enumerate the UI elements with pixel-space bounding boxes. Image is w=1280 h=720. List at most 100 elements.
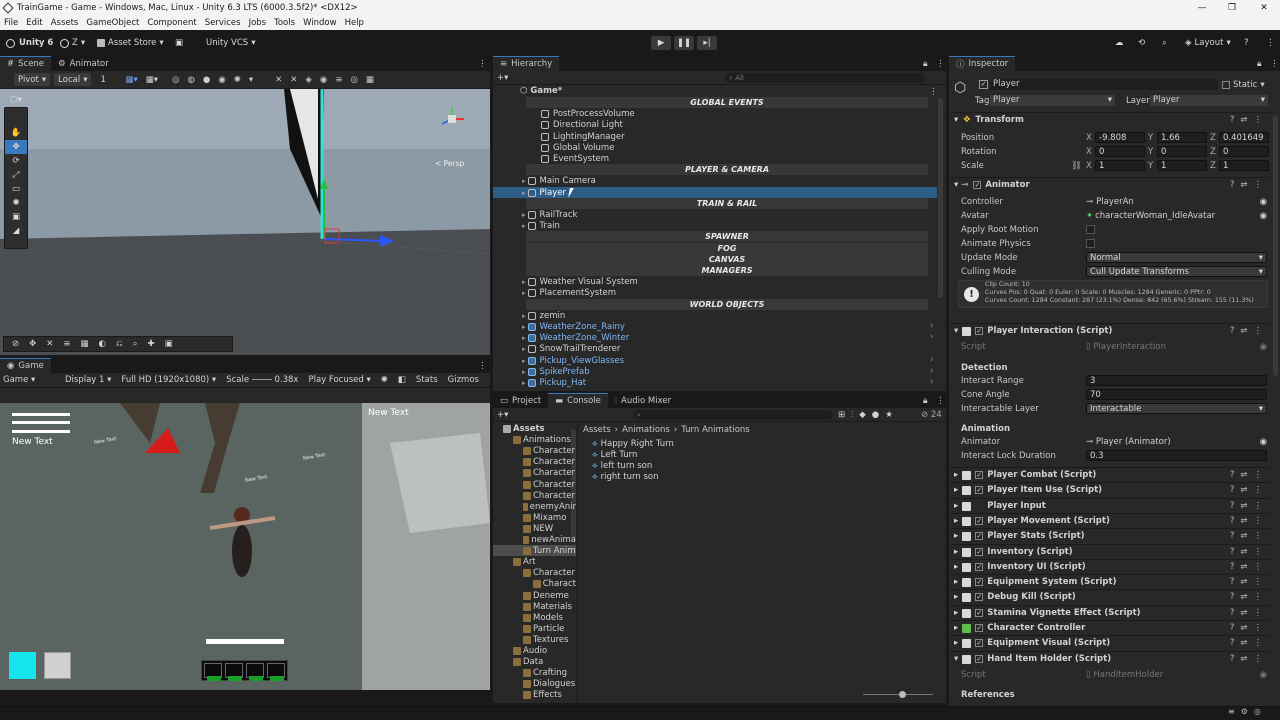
stats-button[interactable]: Stats [416, 375, 438, 385]
overlay-icon-5[interactable]: ▦ [81, 339, 89, 349]
component-header[interactable]: ▸ ✓ Player Combat (Script)? ⇌ ⋮ [950, 467, 1270, 482]
persp-label[interactable]: < Persp [435, 159, 464, 168]
help-icon[interactable]: ? [1244, 36, 1249, 50]
zoom-slider[interactable] [863, 691, 933, 698]
tab-animator[interactable]: ⚙ Animator [51, 56, 116, 71]
lock-icon[interactable]: 🔒︎ [1257, 59, 1262, 69]
project-tree-item[interactable]: Audio [513, 645, 547, 656]
project-tree-item[interactable]: Art [513, 556, 536, 567]
brush-tool-icon[interactable]: ◢ [5, 224, 27, 238]
animator-header[interactable]: ▾ ⊸ ✓ Animator ? ⇌ ⋮ [950, 177, 1270, 192]
preset-icon[interactable]: ⇌ [1240, 531, 1247, 541]
hierarchy-item[interactable]: ▸ PlacementSystem [522, 287, 616, 298]
hierarchy-item[interactable]: EventSystem [532, 153, 609, 164]
enabled-checkbox[interactable]: ✓ [975, 471, 984, 479]
enabled-checkbox[interactable]: ✓ [975, 578, 984, 586]
interact-range-field[interactable]: Interact Range 3 [961, 374, 1269, 387]
project-tree-item[interactable]: Character [523, 467, 575, 478]
help-icon[interactable]: ? [1230, 577, 1235, 587]
project-tree-item[interactable]: Particle [523, 623, 564, 634]
hierarchy-section-header[interactable]: FOG [526, 243, 928, 254]
hierarchy-item[interactable]: ▸ Main Camera [522, 175, 596, 186]
foldout-arrow-icon[interactable]: ▸ [954, 470, 958, 480]
kebab-icon[interactable]: ⋮ [1254, 623, 1263, 633]
update-mode-dropdown[interactable]: Update Mode Normal ▾ [961, 251, 1269, 264]
enabled-checkbox[interactable]: ✓ [975, 639, 984, 647]
breadcrumb-animations[interactable]: Animations [622, 425, 670, 435]
expand-arrow-icon[interactable]: ▸ [522, 222, 526, 230]
filter-icons[interactable]: ⊞⫶◆●★ [838, 410, 899, 420]
project-tree-item[interactable]: Character [523, 479, 575, 490]
expand-arrow-icon[interactable]: ▸ [522, 278, 526, 286]
foldout-arrow-icon[interactable]: ▸ [954, 638, 958, 648]
component-header[interactable]: ▾ ✓ Hand Item Holder (Script)? ⇌ ⋮ [950, 651, 1270, 666]
expand-arrow-icon[interactable]: ▸ [522, 334, 526, 342]
component-header[interactable]: ▸ ✓ Player Stats (Script)? ⇌ ⋮ [950, 528, 1270, 543]
hierarchy-item[interactable]: ▸ Weather Visual System [522, 276, 638, 287]
overlay-icon-3[interactable]: ✕ [46, 339, 53, 349]
tab-audio-mixer[interactable]: ⫶ Audio Mixer [608, 393, 678, 408]
project-search[interactable]: ⌕ [633, 410, 833, 420]
inspector-scrollbar[interactable] [1273, 116, 1278, 376]
hierarchy-item[interactable]: ▸ zemin [522, 310, 565, 321]
hierarchy-section-header[interactable]: TRAIN & RAIL [526, 198, 928, 209]
custom-tool-icon[interactable]: ▣ [5, 210, 27, 224]
preset-icon[interactable]: ⇌ [1240, 592, 1247, 602]
component-header[interactable]: ▸ ✓ Stamina Vignette Effect (Script)? ⇌ ⋮ [950, 605, 1270, 620]
prefab-open-icon[interactable]: › [930, 377, 933, 387]
animation-clip-item[interactable]: ⟡ Happy Right Turn [592, 438, 674, 449]
position-y-field[interactable]: 1.66 [1157, 132, 1207, 143]
project-tree-item[interactable]: Data [513, 656, 543, 667]
tab-scene[interactable]: # Scene [0, 56, 52, 71]
menu-jobs[interactable]: Jobs [249, 18, 267, 28]
enabled-checkbox[interactable]: ✓ [975, 593, 984, 601]
culling-mode-dropdown[interactable]: Culling Mode Cull Update Transforms ▾ [961, 265, 1269, 278]
account-button[interactable]: Unity 6 [6, 36, 53, 50]
help-icon[interactable]: ? [1230, 608, 1235, 618]
overlay-icon-1[interactable]: ⊘ [12, 339, 19, 349]
component-header[interactable]: ▸ ✓ Player Movement (Script)? ⇌ ⋮ [950, 513, 1270, 528]
expand-arrow-icon[interactable]: ▸ [522, 379, 526, 387]
tool-menu-icon[interactable]: ⬡▾ [5, 93, 27, 107]
kebab-icon[interactable]: ⋮ [1254, 562, 1263, 572]
kebab-icon[interactable]: ⋮ [1254, 501, 1263, 511]
hierarchy-item[interactable]: Directional Light [532, 119, 623, 130]
help-icon[interactable]: ? [1230, 562, 1235, 572]
panel-menu-icon[interactable]: ⋮ [478, 59, 487, 69]
project-tree-item[interactable]: Textures [523, 634, 569, 645]
help-icon[interactable]: ? [1230, 623, 1235, 633]
kebab-icon[interactable]: ⋮ [1254, 638, 1263, 648]
preset-icon[interactable]: ⇌ [1240, 577, 1247, 587]
static-toggle[interactable]: Static ▾ [1222, 80, 1265, 90]
play-mode-dropdown[interactable]: Play Focused ▾ [308, 375, 370, 385]
hierarchy-section-header[interactable]: PLAYER & CAMERA [526, 164, 928, 175]
expand-arrow-icon[interactable]: ▸ [522, 312, 526, 320]
hierarchy-menu-icon[interactable]: ⋮ [929, 87, 938, 97]
breadcrumb-assets[interactable]: Assets [583, 425, 611, 435]
hierarchy-item[interactable]: ▸ Pickup_Hat [522, 377, 586, 388]
preset-icon[interactable]: ⇌ [1240, 562, 1247, 572]
hierarchy-section-header[interactable]: SPAWNER [526, 231, 928, 242]
overlay-icon-10[interactable]: ▣ [165, 339, 173, 349]
prefab-open-icon[interactable]: › [930, 321, 933, 331]
help-icon[interactable]: ? [1230, 592, 1235, 602]
pivot-dropdown[interactable]: Pivot ▾ [14, 73, 51, 86]
avatar-field[interactable]: Avatar ✦ characterWoman_IdleAvatar ◉ [961, 209, 1269, 222]
grid-icon[interactable]: ▦▾ [146, 75, 158, 85]
help-icon[interactable]: ? [1230, 516, 1235, 526]
display-dropdown[interactable]: Display 1 ▾ [65, 375, 111, 385]
tab-game[interactable]: ◉ Game [0, 358, 51, 373]
enabled-checkbox[interactable]: ✓ [975, 327, 984, 335]
add-button[interactable]: +▾ [497, 73, 508, 83]
foldout-arrow-icon[interactable]: ▸ [954, 608, 958, 618]
cloud-icon[interactable]: ☁ [1115, 36, 1124, 50]
hierarchy-search[interactable]: ⌕ All [725, 73, 925, 83]
project-tree-item[interactable]: Character [523, 445, 575, 456]
tab-hierarchy[interactable]: ≡ Hierarchy [493, 56, 560, 71]
display-mode-dropdown[interactable]: Game ▾ [3, 375, 55, 385]
project-tree-item[interactable]: Dialogues [523, 678, 575, 689]
menu-edit[interactable]: Edit [26, 18, 42, 28]
preset-icon[interactable]: ⇌ [1240, 623, 1247, 633]
hierarchy-item[interactable]: ▸ WeatherZone_Rainy [522, 321, 625, 332]
tag-dropdown[interactable]: Player ▾ [990, 95, 1115, 106]
